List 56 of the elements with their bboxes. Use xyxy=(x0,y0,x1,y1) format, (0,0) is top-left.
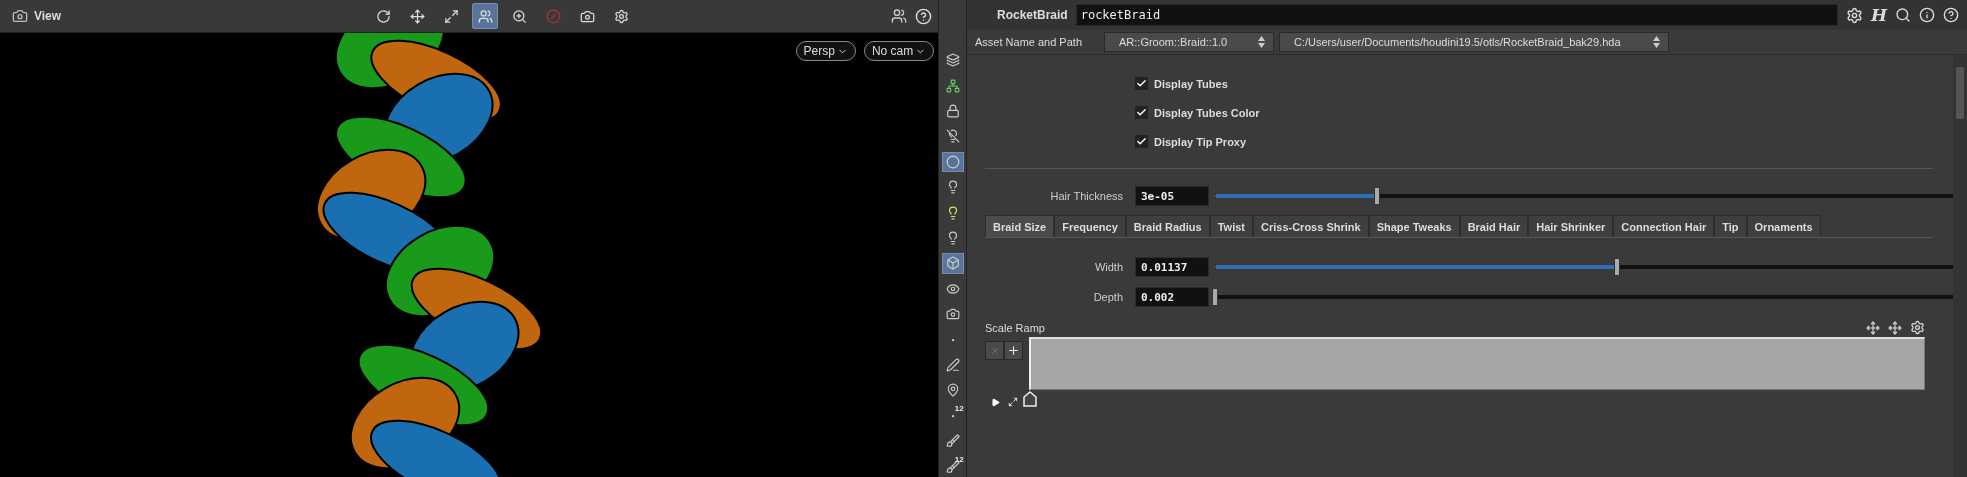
slider-thumb[interactable] xyxy=(1212,288,1218,306)
tab[interactable]: Braid Radius xyxy=(1125,215,1210,237)
camera-menu[interactable]: No cam xyxy=(863,41,935,61)
value-field[interactable]: 3e-05 xyxy=(1135,186,1209,206)
checkbox-label: Display Tubes xyxy=(1154,77,1228,90)
plus-icon xyxy=(1007,344,1020,357)
slider-thumb[interactable] xyxy=(1614,258,1621,276)
value-field[interactable]: 0.002 xyxy=(1135,287,1209,307)
ramp-label: Scale Ramp xyxy=(985,321,1045,334)
tab[interactable]: Hair Shrinker xyxy=(1528,215,1614,237)
tab[interactable]: Criss-Cross Shrink xyxy=(1253,215,1369,237)
camera-icon[interactable] xyxy=(12,8,28,24)
tab[interactable]: Ornaments xyxy=(1746,215,1821,237)
up-down-arrows-icon xyxy=(1653,36,1660,48)
people-icon[interactable] xyxy=(472,3,498,29)
parameter-label: Width xyxy=(1093,261,1124,273)
scrollbar-thumb[interactable] xyxy=(1956,67,1964,119)
tab[interactable]: Braid Size xyxy=(985,215,1055,237)
node-name-field[interactable]: rocketBraid xyxy=(1075,4,1838,26)
pane-title: View xyxy=(34,9,62,23)
slider-thumb[interactable] xyxy=(1374,187,1381,205)
expand-icon[interactable] xyxy=(991,397,1000,407)
tab[interactable]: Twist xyxy=(1209,215,1253,237)
parameter-label: Hair Thickness xyxy=(1049,190,1124,202)
tab[interactable]: Connection Hair xyxy=(1613,215,1715,237)
settings-icon[interactable] xyxy=(1910,320,1925,335)
frame-icon[interactable] xyxy=(1008,397,1018,407)
value-field[interactable]: 0.01137 xyxy=(1135,257,1209,277)
asset-label: Asset Name and Path xyxy=(975,36,1083,48)
checkbox[interactable] xyxy=(1135,135,1148,148)
checkbox-label: Display Tubes Color xyxy=(1154,106,1260,119)
asset-path-select[interactable]: C:/Users/user/Documents/houdini19.5/otls/RocketBraid_bak29.hda xyxy=(1279,32,1669,52)
move-icon[interactable] xyxy=(1866,320,1880,335)
checkbox[interactable] xyxy=(1135,106,1148,119)
close-icon xyxy=(989,345,1000,356)
node-type: RocketBraid xyxy=(997,8,1068,22)
settings-icon[interactable] xyxy=(1845,6,1863,24)
tab[interactable]: Tip xyxy=(1714,215,1747,237)
camera-menu[interactable]: Persp xyxy=(795,41,856,61)
parameter-label: Depth xyxy=(1092,291,1124,303)
asset-name-select[interactable]: AR::Groom::Braid::1.0 xyxy=(1104,32,1274,52)
checkbox[interactable] xyxy=(1135,77,1148,90)
key-marker-icon[interactable] xyxy=(1023,391,1037,407)
checkbox-label: Display Tip Proxy xyxy=(1154,135,1247,148)
move-icon[interactable] xyxy=(1888,320,1902,335)
search-icon[interactable] xyxy=(1895,7,1911,23)
tab[interactable]: Frequency xyxy=(1054,215,1126,237)
cube-icon[interactable] xyxy=(941,253,964,274)
help-icon[interactable] xyxy=(1943,7,1959,23)
info-icon[interactable] xyxy=(1919,7,1935,23)
add-key-button[interactable] xyxy=(1004,341,1023,360)
up-down-arrows-icon xyxy=(1258,36,1265,48)
tab[interactable]: Shape Tweaks xyxy=(1368,215,1460,237)
help-icon[interactable] xyxy=(915,7,933,25)
logo[interactable]: H xyxy=(1870,5,1887,25)
tab[interactable]: Braid Hair xyxy=(1459,215,1529,237)
